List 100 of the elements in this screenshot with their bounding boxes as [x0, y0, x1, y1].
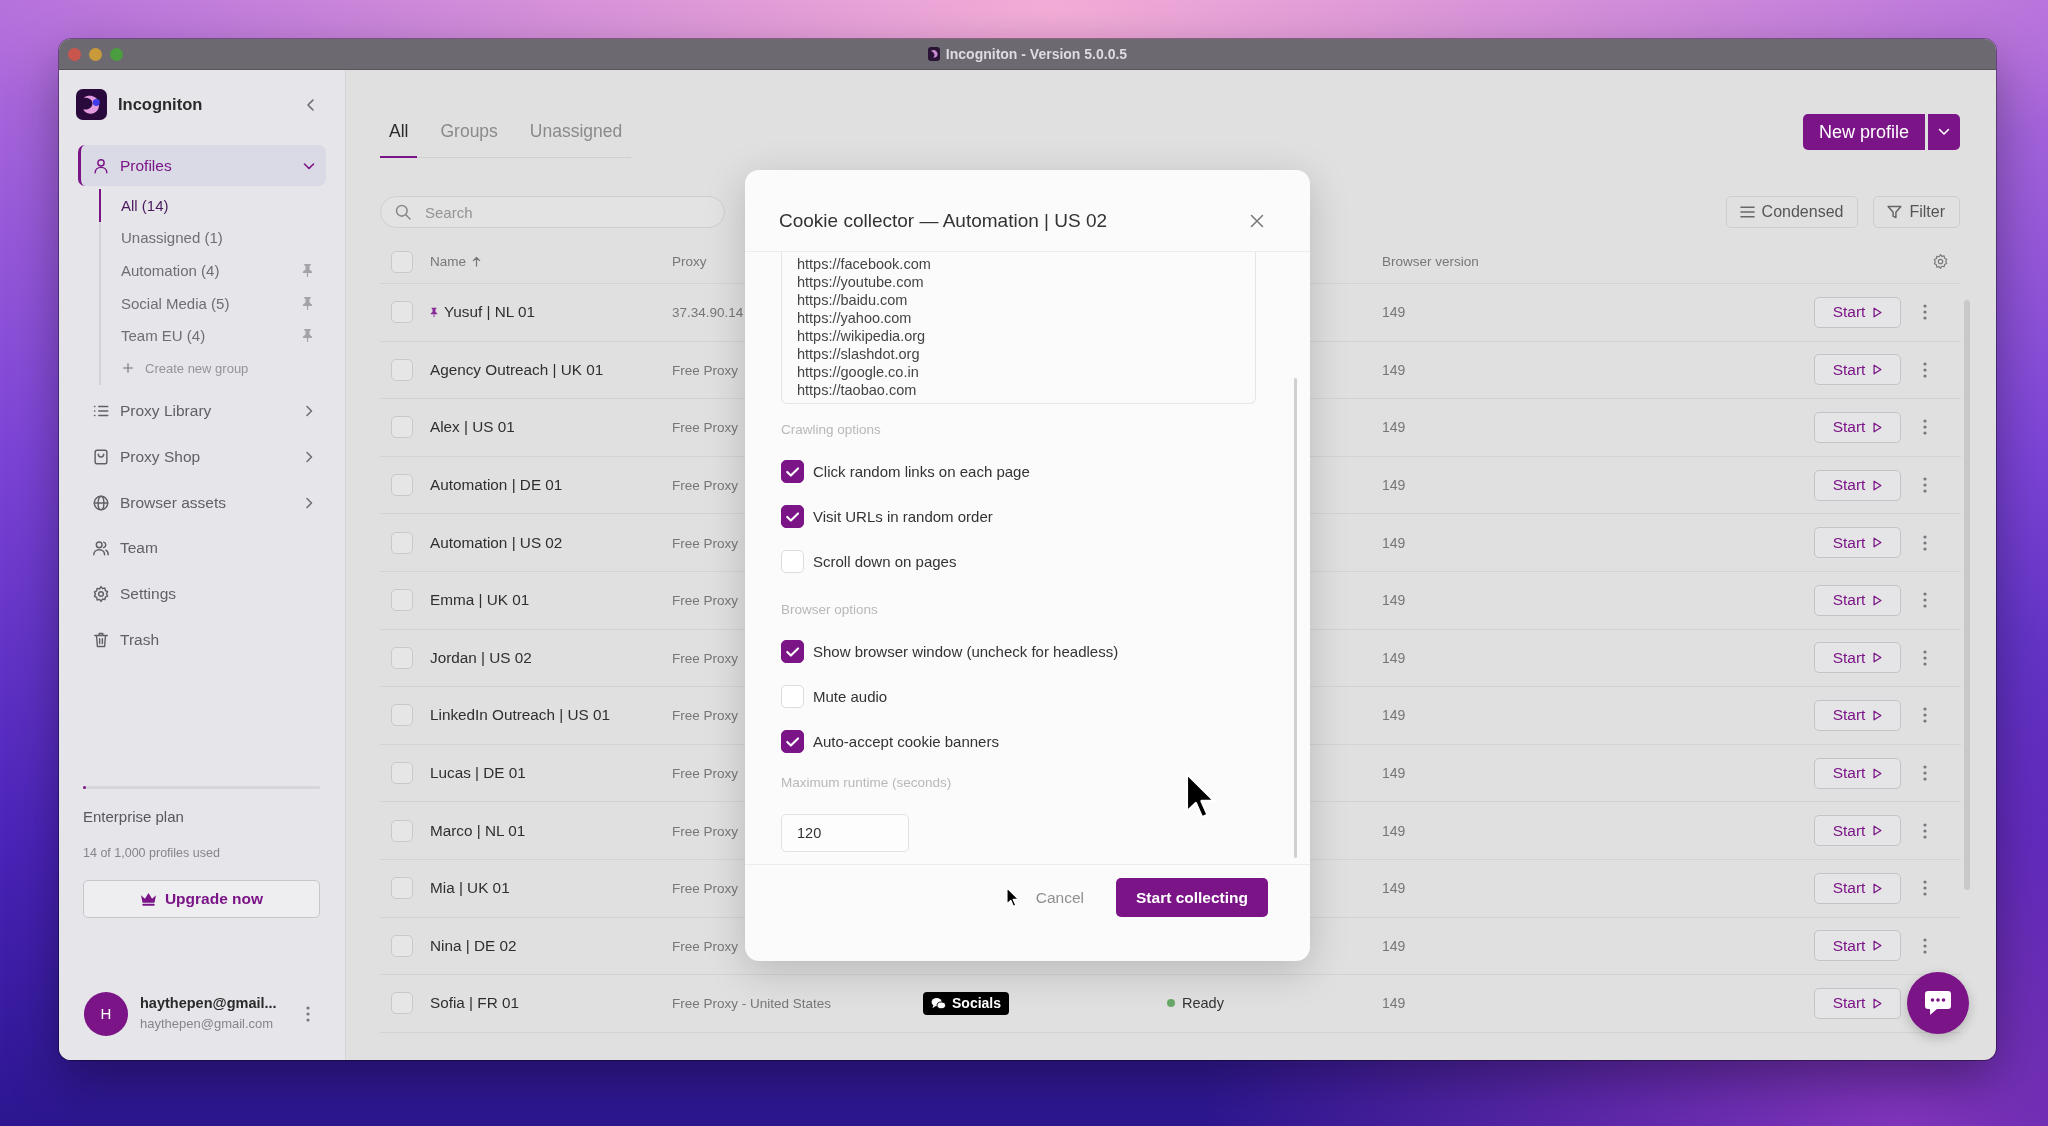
checkbox[interactable]	[781, 505, 804, 528]
row-checkbox[interactable]	[391, 301, 413, 324]
browser-version: 149	[1382, 592, 1406, 609]
row-checkbox[interactable]	[391, 416, 413, 439]
group-item[interactable]: Automation (4)	[99, 254, 326, 287]
start-button[interactable]: Start	[1814, 930, 1901, 962]
more-options-icon[interactable]	[1923, 304, 1927, 321]
checkbox-label[interactable]: Scroll down on pages	[813, 553, 957, 570]
condensed-view-button[interactable]: Condensed	[1725, 196, 1859, 228]
group-item[interactable]: Team EU (4)	[99, 319, 326, 352]
runtime-input[interactable]: 120	[781, 814, 909, 852]
new-profile-menu-button[interactable]	[1928, 114, 1960, 150]
play-icon	[1873, 306, 1883, 318]
more-options-icon[interactable]	[1923, 880, 1927, 897]
start-button[interactable]: Start	[1814, 354, 1901, 386]
start-button[interactable]: Start	[1814, 527, 1901, 559]
browser-version: 149	[1382, 304, 1406, 321]
sidebar-item[interactable]: Trash	[78, 619, 326, 661]
tab[interactable]: All	[380, 110, 418, 158]
checkbox[interactable]	[781, 460, 804, 483]
more-options-icon[interactable]	[1923, 707, 1927, 724]
window-minimize-button[interactable]	[89, 47, 102, 61]
play-icon	[1873, 537, 1883, 549]
section-label: Crawling options	[781, 421, 881, 439]
more-options-icon[interactable]	[1923, 822, 1927, 839]
group-item[interactable]: Social Media (5)	[99, 286, 326, 320]
proxy-label: Free Proxy	[672, 650, 739, 666]
search-icon	[395, 204, 411, 220]
sidebar-item[interactable]: Proxy Library	[78, 390, 326, 432]
more-options-icon[interactable]	[1923, 649, 1927, 666]
profile-name: Emma | UK 01	[430, 591, 530, 610]
row-checkbox[interactable]	[391, 762, 413, 785]
sidebar-item[interactable]: Profiles	[78, 145, 326, 186]
select-all-checkbox[interactable]	[391, 250, 413, 273]
start-button[interactable]: Start	[1814, 584, 1901, 616]
checkbox[interactable]	[781, 640, 804, 663]
start-button[interactable]: Start	[1814, 699, 1901, 731]
start-button[interactable]: Start	[1814, 296, 1901, 328]
checkbox-label[interactable]: Click random links on each page	[813, 463, 1030, 480]
start-button[interactable]: Start	[1814, 815, 1901, 847]
play-icon	[1873, 652, 1883, 664]
row-checkbox[interactable]	[391, 358, 413, 381]
more-options-icon[interactable]	[1923, 937, 1927, 954]
profile-name: Lucas | DE 01	[430, 764, 526, 783]
play-icon	[1873, 882, 1883, 894]
more-options-icon[interactable]	[1923, 477, 1927, 494]
checkbox[interactable]	[781, 730, 804, 753]
start-collecting-button[interactable]: Start collecting	[1116, 878, 1268, 917]
row-checkbox[interactable]	[391, 992, 413, 1015]
window-title: Incogniton - Version 5.0.0.5	[945, 46, 1128, 62]
group-item[interactable]: Unassigned (1)	[99, 221, 326, 255]
more-options-icon[interactable]	[1923, 534, 1927, 551]
more-options-icon[interactable]	[1923, 419, 1927, 436]
more-options-icon[interactable]	[1923, 765, 1927, 782]
more-options-icon[interactable]	[1923, 592, 1927, 609]
settings-icon[interactable]	[1932, 253, 1949, 270]
user-avatar[interactable]: H	[84, 991, 128, 1036]
start-button[interactable]: Start	[1814, 872, 1901, 904]
upgrade-button[interactable]: Upgrade now	[83, 880, 320, 918]
column-header[interactable]: Browser version	[1382, 254, 1814, 269]
url-list-field[interactable]: https://facebook.com https://youtube.com https://baidu.com https://yahoo.com https://wikipedia.org https://slashdot.org https://google.co.in https://taobao.com	[781, 252, 1256, 404]
row-checkbox[interactable]	[391, 704, 413, 727]
sidebar-item[interactable]: Proxy Shop	[78, 436, 326, 478]
row-checkbox[interactable]	[391, 646, 413, 669]
row-checkbox[interactable]	[391, 589, 413, 612]
app-name: Incogniton	[118, 95, 203, 114]
more-options-icon[interactable]	[1923, 361, 1927, 378]
row-checkbox[interactable]	[391, 934, 413, 957]
checkbox-label[interactable]: Show browser window (uncheck for headless)	[813, 643, 1119, 660]
pin-icon[interactable]	[302, 329, 313, 343]
start-button[interactable]: Start	[1814, 757, 1901, 789]
start-button[interactable]: Start	[1814, 987, 1901, 1019]
profile-name: Jordan | US 02	[430, 648, 532, 667]
sidebar-item[interactable]: Browser assets	[78, 482, 326, 524]
new-profile-button[interactable]: New profile	[1802, 114, 1925, 150]
play-icon	[1873, 709, 1883, 721]
group-item[interactable]: All (14)	[99, 189, 326, 222]
pin-icon[interactable]	[302, 296, 313, 310]
row-checkbox[interactable]	[391, 474, 413, 497]
row-checkbox[interactable]	[391, 819, 413, 842]
sidebar-item[interactable]: Settings	[78, 573, 326, 615]
pin-icon[interactable]	[302, 264, 313, 277]
globe-icon	[92, 493, 110, 512]
scrollbar[interactable]	[1294, 378, 1297, 858]
sidebar-item[interactable]: Team	[78, 527, 326, 569]
profile-name: Automation | DE 01	[430, 476, 563, 495]
crown-icon	[139, 892, 157, 906]
start-button[interactable]: Start	[1814, 469, 1901, 501]
filter-button[interactable]: Filter	[1873, 196, 1960, 228]
start-button[interactable]: Start	[1814, 642, 1901, 674]
start-button[interactable]: Start	[1814, 412, 1901, 443]
checkbox-label[interactable]: Mute audio	[813, 688, 888, 705]
row-checkbox[interactable]	[391, 877, 413, 900]
more-options-icon[interactable]	[306, 1005, 310, 1022]
checkbox-label[interactable]: Auto-accept cookie banners	[813, 733, 999, 750]
row-checkbox[interactable]	[391, 531, 413, 554]
column-header[interactable]: Name	[430, 254, 672, 269]
close-icon[interactable]	[1250, 214, 1264, 228]
checkbox-label[interactable]: Visit URLs in random order	[813, 508, 993, 525]
chat-bubbles-icon	[931, 996, 946, 1010]
